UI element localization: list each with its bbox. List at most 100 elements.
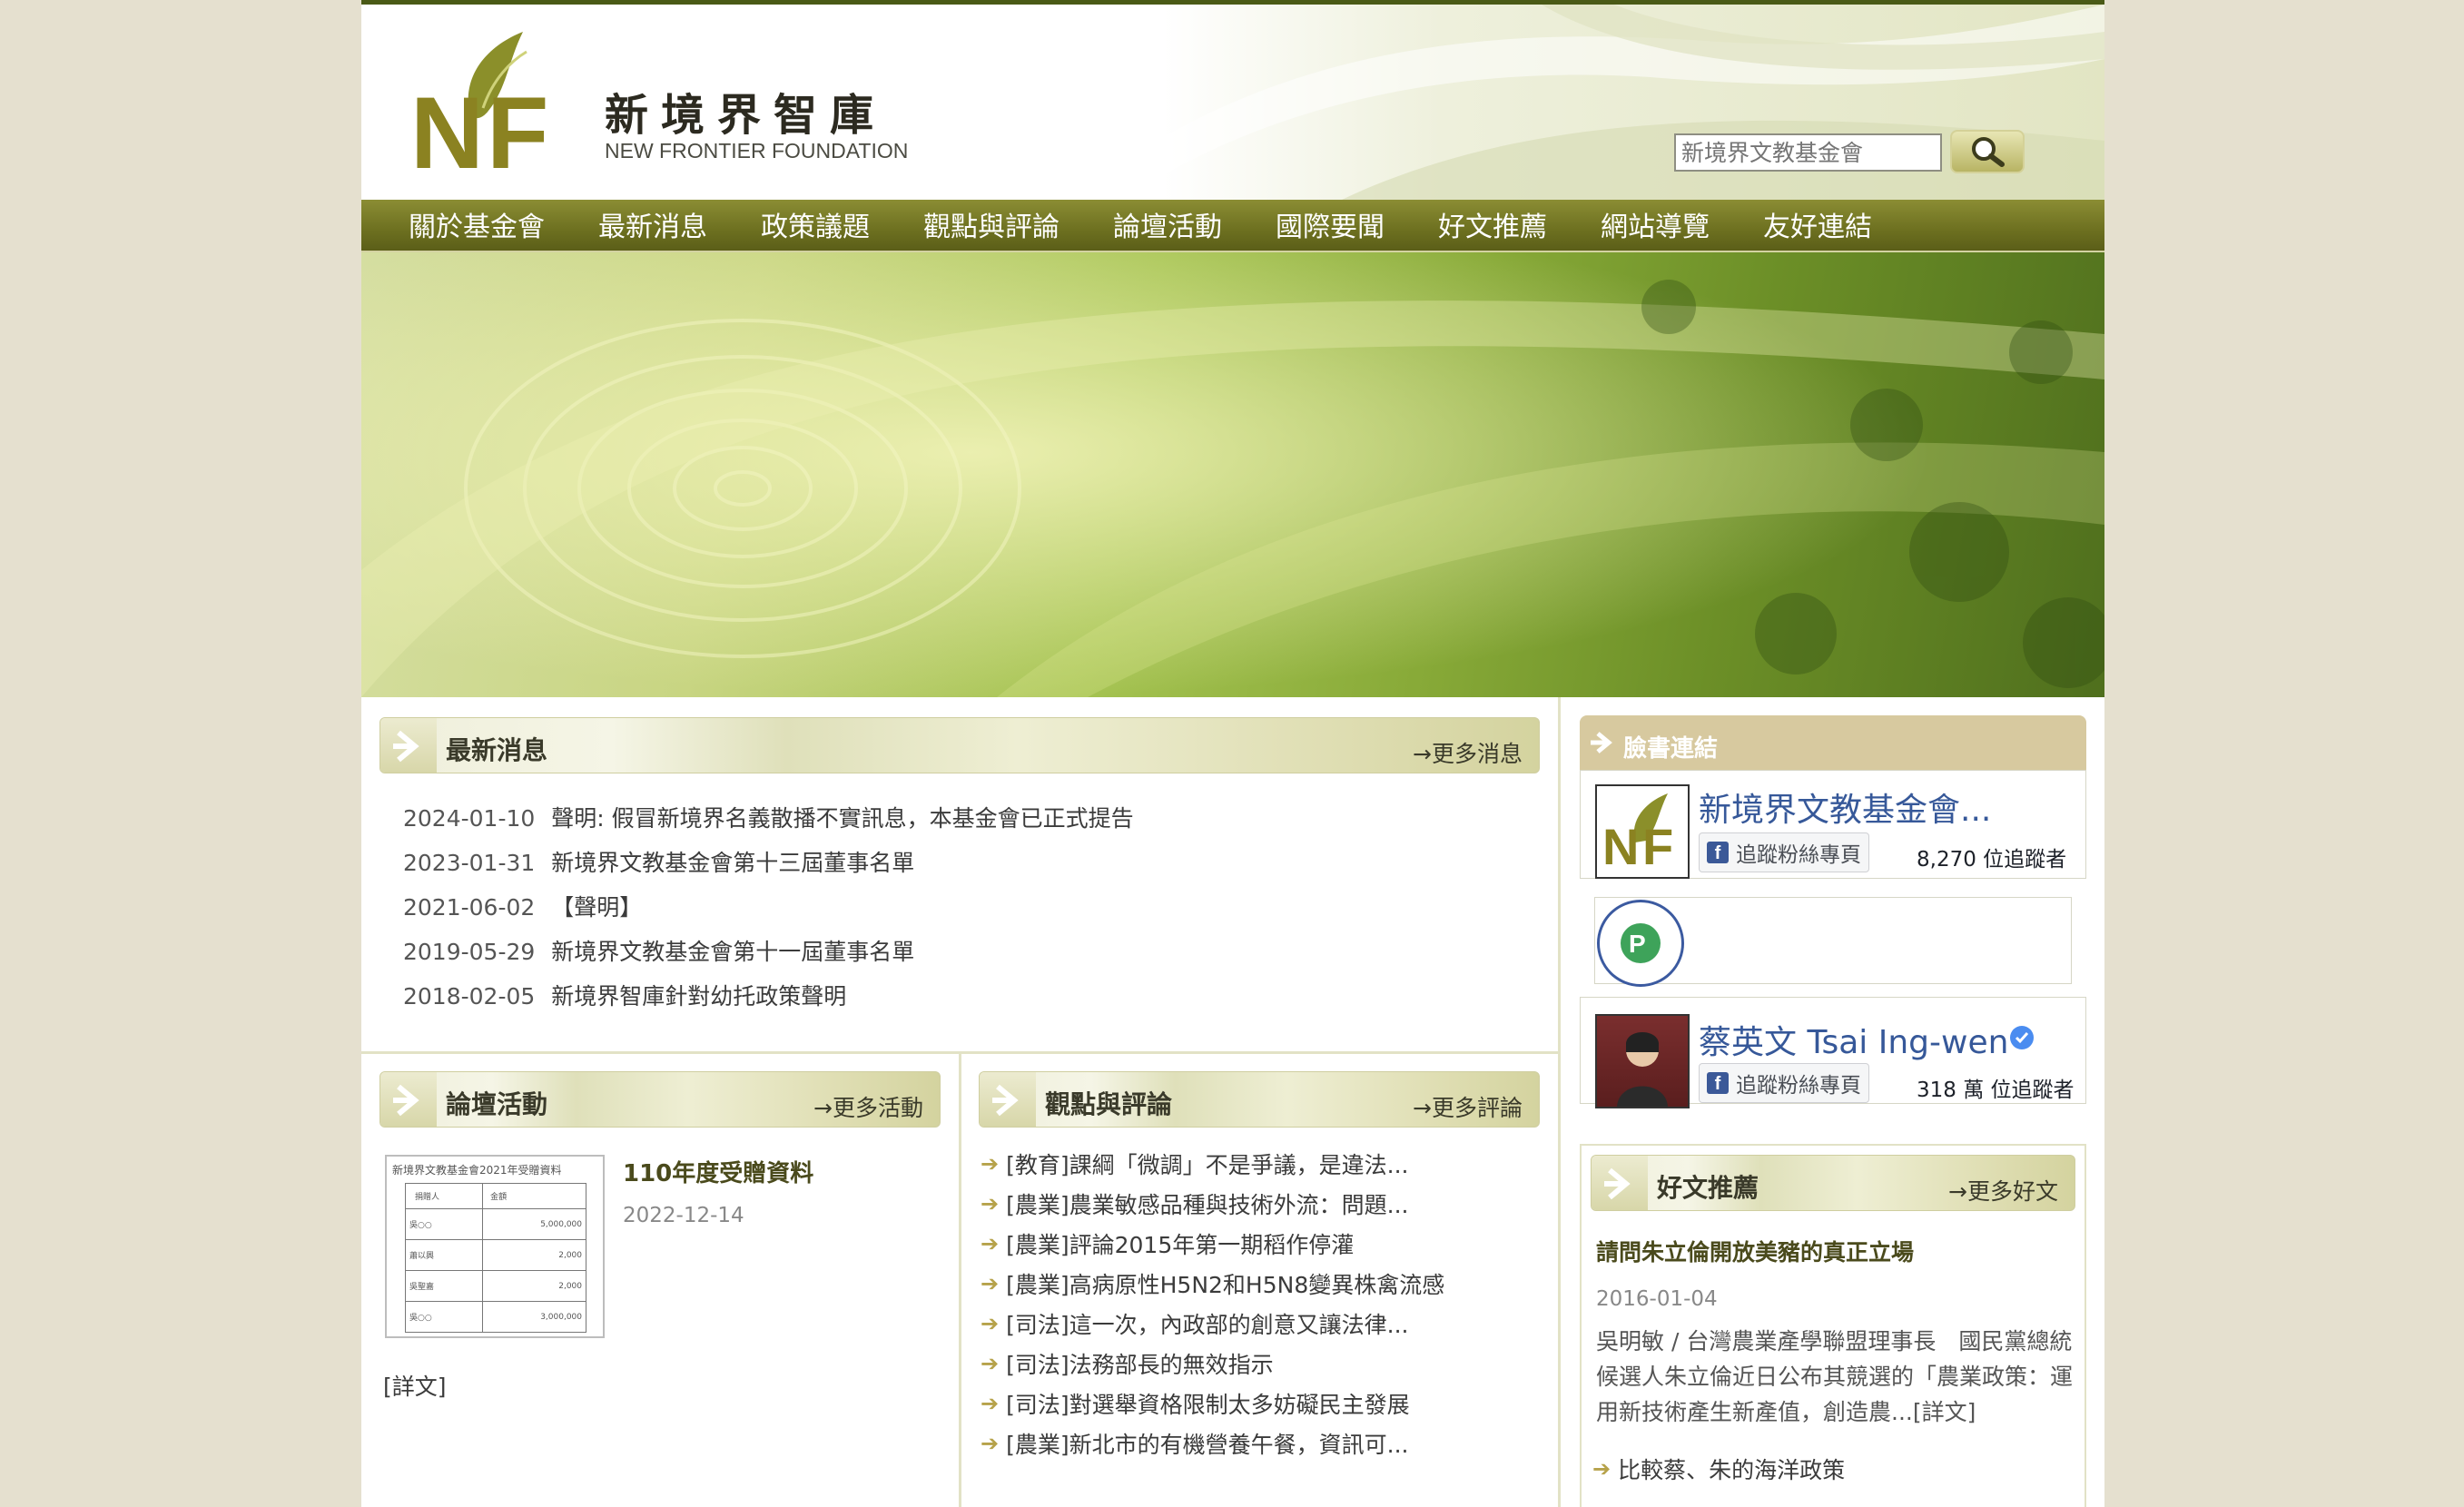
forum-thumbnail[interactable]: 新境界文教基金會2021年受贈資料 捐贈人 金額 吳○○ 5,000,000 蕭以興…: [385, 1155, 605, 1338]
forum-item-title[interactable]: 110年度受贈資料: [623, 1155, 813, 1188]
opinion-link[interactable]: [農業]新北市的有機營養午餐，資訊可...: [1006, 1427, 1408, 1460]
recommend-link[interactable]: 比較蔡、朱的海洋政策: [1618, 1453, 1845, 1485]
more-recommend-link[interactable]: →更多好文: [1948, 1174, 2058, 1207]
nav-item-sitemap[interactable]: 網站導覽: [1601, 200, 1710, 251]
arrow-bullet-icon: ➔: [981, 1311, 1000, 1336]
facebook-page-name[interactable]: 新境界文教基金會...: [1699, 783, 1991, 831]
news-title[interactable]: 新境界智庫針對幼托政策聲明: [551, 983, 846, 1010]
table-cell: 金額: [482, 1183, 586, 1209]
section-divider: [361, 1051, 1558, 1054]
nav-item-international[interactable]: 國際要聞: [1276, 200, 1385, 251]
latest-news-header: 最新消息 →更多消息: [379, 717, 1540, 773]
search-input[interactable]: [1674, 133, 1942, 172]
nf-logo-icon[interactable]: N F: [407, 25, 561, 179]
news-item[interactable]: 2021-06-02 【聲明】: [403, 890, 642, 922]
arrow-bullet-icon: ➔: [981, 1351, 1000, 1376]
person-photo-icon: [1617, 1032, 1668, 1107]
logo-chinese-name: 新境界智庫: [605, 90, 887, 141]
svg-text:F: F: [487, 76, 548, 179]
opinion-item[interactable]: ➔ [農業]農業敏感品種與技術外流：問題...: [981, 1187, 1408, 1220]
table-cell: 2,000: [482, 1239, 586, 1271]
arrow-right-icon: [380, 1072, 437, 1127]
follower-count: 8,270 位追蹤者: [1917, 848, 2067, 872]
thumbnail-caption: 新境界文教基金會2021年受贈資料: [392, 1164, 562, 1177]
facebook-page-card[interactable]: P: [1594, 897, 2072, 987]
nav-item-policy[interactable]: 政策議題: [761, 200, 870, 251]
search-icon: [1972, 137, 2005, 167]
follow-page-button[interactable]: f 追蹤粉絲專頁: [1699, 1063, 1869, 1103]
news-date: 2024-01-10: [403, 805, 536, 832]
opinion-item[interactable]: ➔ [農業]新北市的有機營養午餐，資訊可...: [981, 1427, 1408, 1460]
table-cell: 吳○○: [404, 1301, 484, 1333]
news-title[interactable]: 【聲明】: [551, 894, 642, 921]
opinion-link[interactable]: [司法]這一次，內政部的創意又讓法律...: [1006, 1307, 1408, 1340]
main-navigation: 關於基金會 最新消息 政策議題 觀點與評論 論壇活動 國際要聞 好文推薦 網站導…: [361, 200, 2104, 252]
opinion-item[interactable]: ➔ [司法]這一次，內政部的創意又讓法律...: [981, 1307, 1408, 1340]
nav-item-news[interactable]: 最新消息: [598, 200, 707, 251]
page-container: N F 新境界智庫 NEW FRONTIER FOUNDATION 關於基金會 …: [361, 0, 2104, 1507]
news-date: 2018-02-05: [403, 983, 536, 1010]
tsai-avatar[interactable]: [1595, 1014, 1690, 1108]
party-avatar[interactable]: P: [1597, 900, 1684, 987]
arrow-right-icon: [1591, 732, 1612, 754]
opinion-title: 觀點與評論: [1045, 1089, 1173, 1119]
opinion-link[interactable]: [司法]對選舉資格限制太多妨礙民主發展: [1006, 1387, 1410, 1420]
follow-label: 追蹤粉絲專頁: [1736, 1074, 1861, 1098]
arrow-bullet-icon: ➔: [981, 1191, 1000, 1216]
facebook-page-card[interactable]: 蔡英文 Tsai Ing-wen f 追蹤粉絲專頁 318 萬 位追蹤者: [1580, 997, 2086, 1108]
facebook-icon: f: [1707, 842, 1729, 863]
arrow-bullet-icon: ➔: [1592, 1456, 1611, 1482]
arrow-right-icon: [380, 718, 437, 773]
forum-detail-link[interactable]: [詳文]: [383, 1369, 447, 1402]
facebook-page-name[interactable]: 蔡英文 Tsai Ing-wen: [1699, 1016, 2008, 1063]
nav-item-links[interactable]: 友好連結: [1763, 200, 1872, 251]
nav-item-about[interactable]: 關於基金會: [409, 200, 545, 251]
opinion-item[interactable]: ➔ [農業]評論2015年第一期稻作停灌: [981, 1227, 1354, 1260]
news-item[interactable]: 2019-05-29 新境界文教基金會第十一屆董事名單: [403, 934, 914, 967]
news-item[interactable]: 2024-01-10 聲明: 假冒新境界名義散播不實訊息，本基金會已正式提告: [403, 801, 1134, 833]
recommend-item-date: 2016-01-04: [1596, 1287, 1718, 1311]
opinion-item[interactable]: ➔ [司法]對選舉資格限制太多妨礙民主發展: [981, 1387, 1410, 1420]
opinion-link[interactable]: [教育]課綱「微調」不是爭議，是違法...: [1006, 1147, 1408, 1180]
follower-count: 318 萬 位追蹤者: [1917, 1079, 2075, 1102]
news-item[interactable]: 2018-02-05 新境界智庫針對幼托政策聲明: [403, 979, 846, 1011]
opinion-link[interactable]: [司法]法務部長的無效指示: [1006, 1347, 1274, 1380]
foundation-avatar[interactable]: N F: [1595, 784, 1690, 879]
hero-banner-image: [361, 252, 2104, 697]
opinion-item[interactable]: ➔ [農業]高病原性H5N2和H5N8變異株禽流感: [981, 1267, 1444, 1300]
more-news-link[interactable]: →更多消息: [1413, 736, 1523, 769]
opinion-item[interactable]: ➔ [教育]課綱「微調」不是爭議，是違法...: [981, 1147, 1408, 1180]
nf-logo-icon: N F: [1602, 793, 1673, 875]
svg-text:N: N: [1602, 818, 1639, 875]
table-cell: 蕭以興: [404, 1239, 484, 1271]
table-cell: 2,000: [482, 1270, 586, 1302]
opinion-link[interactable]: [農業]評論2015年第一期稻作停灌: [1006, 1227, 1354, 1260]
news-title[interactable]: 聲明: 假冒新境界名義散播不實訊息，本基金會已正式提告: [551, 805, 1133, 832]
search-button[interactable]: [1950, 130, 2025, 173]
forum-title: 論壇活動: [446, 1089, 548, 1119]
facebook-page-card[interactable]: N F 新境界文教基金會... f 追蹤粉絲專頁 8,270 位追蹤者: [1580, 770, 2086, 879]
opinion-link[interactable]: [農業]農業敏感品種與技術外流：問題...: [1006, 1187, 1408, 1220]
more-forum-link[interactable]: →更多活動: [813, 1090, 923, 1123]
arrow-bullet-icon: ➔: [981, 1151, 1000, 1177]
opinion-link[interactable]: [農業]高病原性H5N2和H5N8變異株禽流感: [1006, 1267, 1444, 1300]
news-item[interactable]: 2023-01-31 新境界文教基金會第十三屆董事名單: [403, 845, 914, 878]
nav-item-forum[interactable]: 論壇活動: [1113, 200, 1222, 251]
recommend-excerpt[interactable]: 吳明敏 / 台灣農業產學聯盟理事長 國民黨總統候選人朱立倫近日公布其競選的「農業…: [1596, 1324, 2074, 1430]
more-opinion-link[interactable]: →更多評論: [1413, 1090, 1523, 1123]
party-logo-icon: P: [1621, 923, 1661, 963]
news-title[interactable]: 新境界文教基金會第十三屆董事名單: [551, 850, 914, 876]
nav-item-opinion[interactable]: 觀點與評論: [923, 200, 1060, 251]
logo-english-name: NEW FRONTIER FOUNDATION: [605, 139, 909, 163]
recommend-title: 好文推薦: [1657, 1173, 1759, 1203]
arrow-bullet-icon: ➔: [981, 1271, 1000, 1296]
follow-page-button[interactable]: f 追蹤粉絲專頁: [1699, 832, 1869, 872]
header: N F 新境界智庫 NEW FRONTIER FOUNDATION: [361, 5, 2104, 200]
nav-item-recommend[interactable]: 好文推薦: [1438, 200, 1547, 251]
recommend-list-item[interactable]: ➔ 比較蔡、朱的海洋政策: [1592, 1453, 1845, 1485]
opinion-item[interactable]: ➔ [司法]法務部長的無效指示: [981, 1347, 1274, 1380]
recommend-header: 好文推薦 →更多好文: [1591, 1155, 2075, 1211]
news-title[interactable]: 新境界文教基金會第十一屆董事名單: [551, 939, 914, 965]
column-divider-right: [1558, 697, 1561, 1507]
recommend-item-title[interactable]: 請問朱立倫開放美豬的真正立場: [1596, 1235, 1914, 1267]
